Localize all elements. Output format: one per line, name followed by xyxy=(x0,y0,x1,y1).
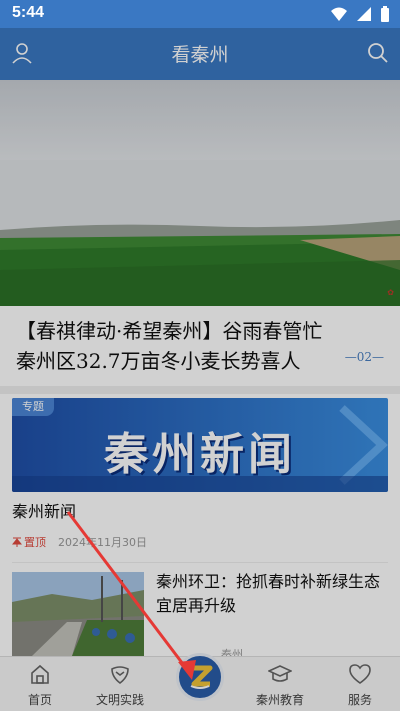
graduation-cap-icon xyxy=(267,665,293,682)
nav-item-education[interactable]: 秦州教育 xyxy=(245,663,315,708)
nav-label: 首页 xyxy=(27,693,52,707)
topic-banner[interactable]: 专题 秦州新闻 xyxy=(12,398,388,492)
topic-item[interactable]: 专题 秦州新闻 秦州新闻 置顶 2024年11月30日 xyxy=(0,394,400,562)
nav-item-center-logo[interactable] xyxy=(176,653,224,701)
app-header: 看秦州 xyxy=(0,28,400,80)
topic-meta: 置顶 2024年11月30日 xyxy=(12,534,147,550)
topic-title: 秦州新闻 xyxy=(12,502,77,521)
heart-icon xyxy=(349,664,371,684)
banner-watermark: ✿ xyxy=(387,288,394,297)
banner-sky xyxy=(0,80,400,160)
status-time: 5:44 xyxy=(12,4,45,21)
topic-banner-text: 秦州新闻 xyxy=(104,429,296,480)
nav-item-service[interactable]: 服务 xyxy=(325,663,395,708)
news-title: 秦州环卫：抢抓春时补新绿生态宜居再升级 xyxy=(156,572,381,615)
home-icon xyxy=(31,664,49,684)
news-thumbnail xyxy=(12,572,144,656)
search-icon[interactable] xyxy=(366,41,390,69)
banner-field xyxy=(0,160,400,306)
headline-card[interactable]: 【春祺律动·希望秦州】谷雨春管忙秦州区32.7万亩冬小麦长势喜人 —02— xyxy=(0,306,400,386)
nav-label: 秦州教育 xyxy=(255,693,304,707)
pin-badge: 置顶 xyxy=(12,534,46,550)
headline-text: 【春祺律动·希望秦州】谷雨春管忙秦州区32.7万亩冬小麦长势喜人 xyxy=(16,319,323,373)
status-bar: 5:44 xyxy=(0,0,400,28)
wifi-icon xyxy=(331,7,347,21)
heart-hands-icon xyxy=(111,666,129,685)
nav-label: 文明实践 xyxy=(95,693,144,707)
topic-tag: 专题 xyxy=(12,398,54,416)
section-separator xyxy=(0,386,400,394)
bottom-nav: 首页 文明实践 秦州教育 服务 xyxy=(0,653,400,711)
topic-date: 2024年11月30日 xyxy=(58,536,147,549)
battery-icon xyxy=(381,6,389,22)
nav-item-civilization[interactable]: 文明实践 xyxy=(85,663,155,708)
nav-item-home[interactable]: 首页 xyxy=(5,663,75,708)
z-logo-icon xyxy=(190,665,213,689)
page-title: 看秦州 xyxy=(171,44,229,66)
status-icons xyxy=(330,5,390,23)
pin-icon xyxy=(12,537,22,547)
list-divider xyxy=(12,562,388,563)
signal-icon xyxy=(357,7,371,21)
news-item[interactable]: 秦州环卫：抢抓春时补新绿生态宜居再升级 …秦州… xyxy=(0,568,400,661)
nav-label: 服务 xyxy=(347,693,372,707)
carousel-indicator: —02— xyxy=(344,350,384,364)
headline-banner-image[interactable]: ✿ xyxy=(0,80,400,306)
pin-label: 置顶 xyxy=(24,536,46,549)
